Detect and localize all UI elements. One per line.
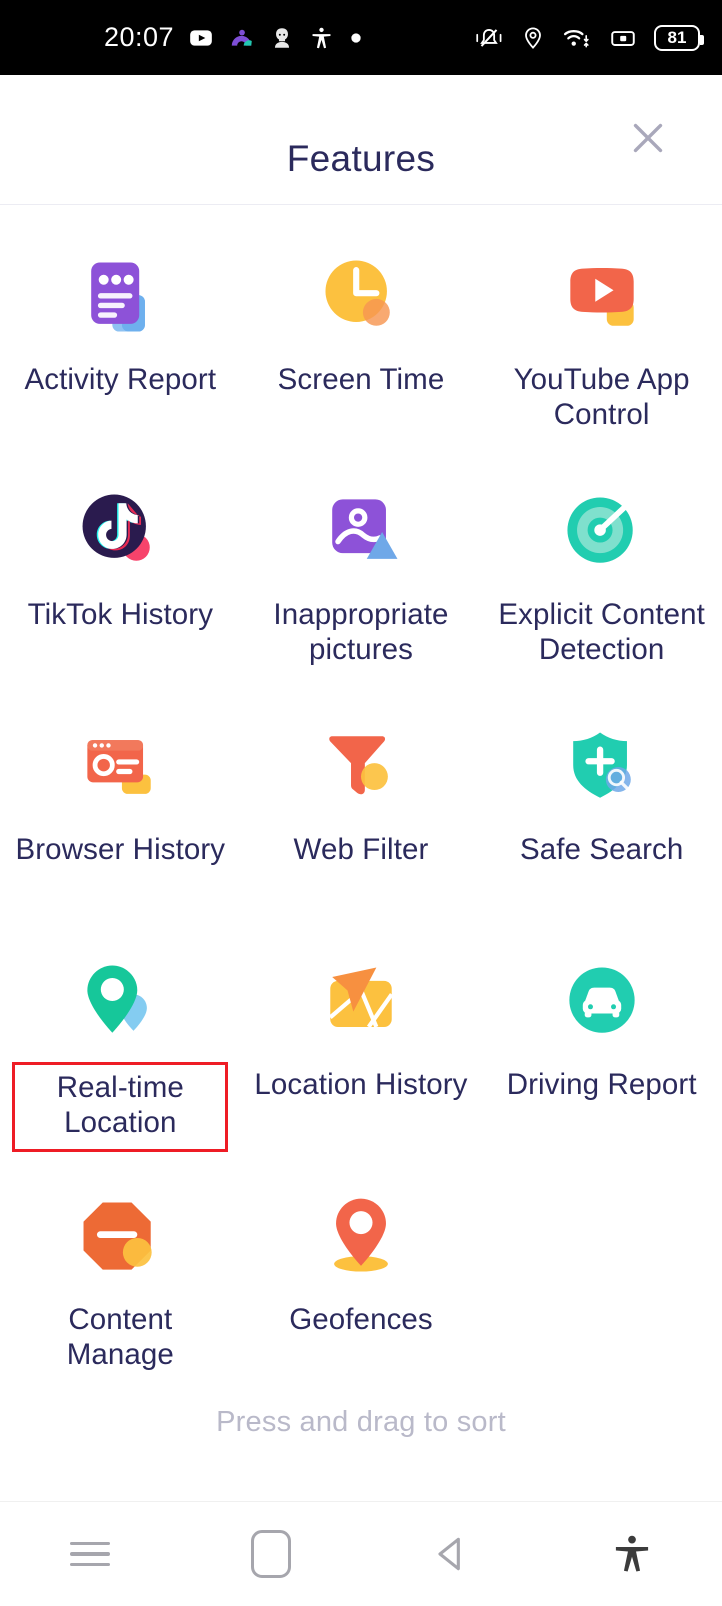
page-header: Features	[0, 75, 722, 205]
status-bar-left-group: 20:07	[104, 22, 364, 53]
arch-app-icon	[231, 29, 252, 46]
sim-card-icon	[611, 30, 635, 46]
feature-label: Location History	[254, 1068, 468, 1101]
accessibility-icon	[615, 1535, 648, 1572]
feature-explicit-content-detection[interactable]: Explicit Content Detection	[481, 458, 722, 693]
features-grid: Activity Report Screen Time YouTube App …	[0, 205, 722, 1398]
feature-label: Browser History	[15, 833, 226, 866]
battery-icon: 81	[654, 24, 704, 51]
feature-label: YouTube App Control	[513, 363, 690, 431]
feature-location-history[interactable]: Location History	[241, 928, 482, 1163]
feature-web-filter[interactable]: Web Filter	[241, 693, 482, 928]
feature-tiktok-history[interactable]: TikTok History	[0, 458, 241, 693]
content-manage-icon	[83, 1202, 153, 1270]
screen-time-icon	[325, 260, 390, 326]
youtube-play-icon	[190, 29, 212, 46]
feature-screen-time[interactable]: Screen Time	[241, 223, 482, 458]
inappropriate-pictures-icon	[332, 499, 398, 559]
feature-label: Web Filter	[293, 833, 429, 866]
feature-driving-report[interactable]: Driving Report	[481, 928, 722, 1163]
feature-inappropriate-pictures[interactable]: Inappropriate pictures	[241, 458, 482, 693]
explicit-content-icon	[567, 497, 633, 563]
feature-label: Inappropriate pictures	[273, 598, 449, 666]
page-title: Features	[286, 138, 436, 179]
feature-label: Driving Report	[506, 1068, 697, 1101]
web-filter-icon	[329, 736, 388, 795]
browser-history-icon	[87, 740, 152, 794]
tiktok-history-icon	[82, 494, 151, 561]
home-icon	[250, 1530, 291, 1578]
back-icon	[438, 1537, 461, 1571]
status-bar: 20:07 81	[0, 0, 722, 75]
feature-youtube-app-control[interactable]: YouTube App Control	[481, 223, 722, 458]
safe-search-icon	[572, 732, 631, 798]
nav-recents-button[interactable]	[0, 1535, 181, 1574]
avatar-notification-icon	[275, 27, 290, 48]
feature-label: Explicit Content Detection	[498, 598, 705, 666]
dot-icon	[351, 32, 361, 43]
feature-label: Geofences	[289, 1303, 433, 1336]
close-icon	[633, 123, 663, 153]
feature-realtime-location[interactable]: Real-time Location	[0, 928, 241, 1163]
recents-menu-icon	[70, 1535, 111, 1574]
feature-browser-history[interactable]: Browser History	[0, 693, 241, 928]
feature-label: Safe Search	[519, 833, 684, 866]
location-history-icon	[328, 967, 394, 1029]
wifi-icon	[563, 29, 589, 47]
feature-label: Content Manage	[66, 1303, 174, 1371]
feature-label: TikTok History	[27, 598, 214, 631]
youtube-app-control-icon	[569, 268, 634, 326]
status-bar-right-group: 81	[474, 24, 704, 51]
feature-activity-report[interactable]: Activity Report	[0, 223, 241, 458]
close-button[interactable]	[620, 110, 676, 166]
system-nav-bar	[0, 1501, 722, 1606]
driving-report-icon	[569, 967, 635, 1033]
feature-label: Real-time Location	[12, 1062, 229, 1152]
geofences-icon	[334, 1198, 388, 1272]
accessibility-icon	[312, 27, 331, 48]
activity-report-icon	[91, 262, 146, 332]
nav-back-button[interactable]	[361, 1530, 542, 1578]
vibrate-mute-icon	[476, 28, 502, 47]
realtime-location-icon	[87, 965, 148, 1033]
battery-level: 81	[667, 28, 687, 47]
location-pin-icon	[525, 26, 541, 49]
nav-home-button[interactable]	[181, 1530, 362, 1578]
feature-safe-search[interactable]: Safe Search	[481, 693, 722, 928]
status-bar-clock: 20:07	[104, 22, 175, 52]
feature-label: Screen Time	[277, 363, 445, 396]
sort-hint-text: Press and drag to sort	[216, 1406, 506, 1438]
nav-accessibility-button[interactable]	[542, 1529, 722, 1579]
feature-geofences[interactable]: Geofences	[241, 1163, 482, 1398]
feature-label: Activity Report	[24, 363, 217, 396]
feature-content-manage[interactable]: Content Manage	[0, 1163, 241, 1398]
